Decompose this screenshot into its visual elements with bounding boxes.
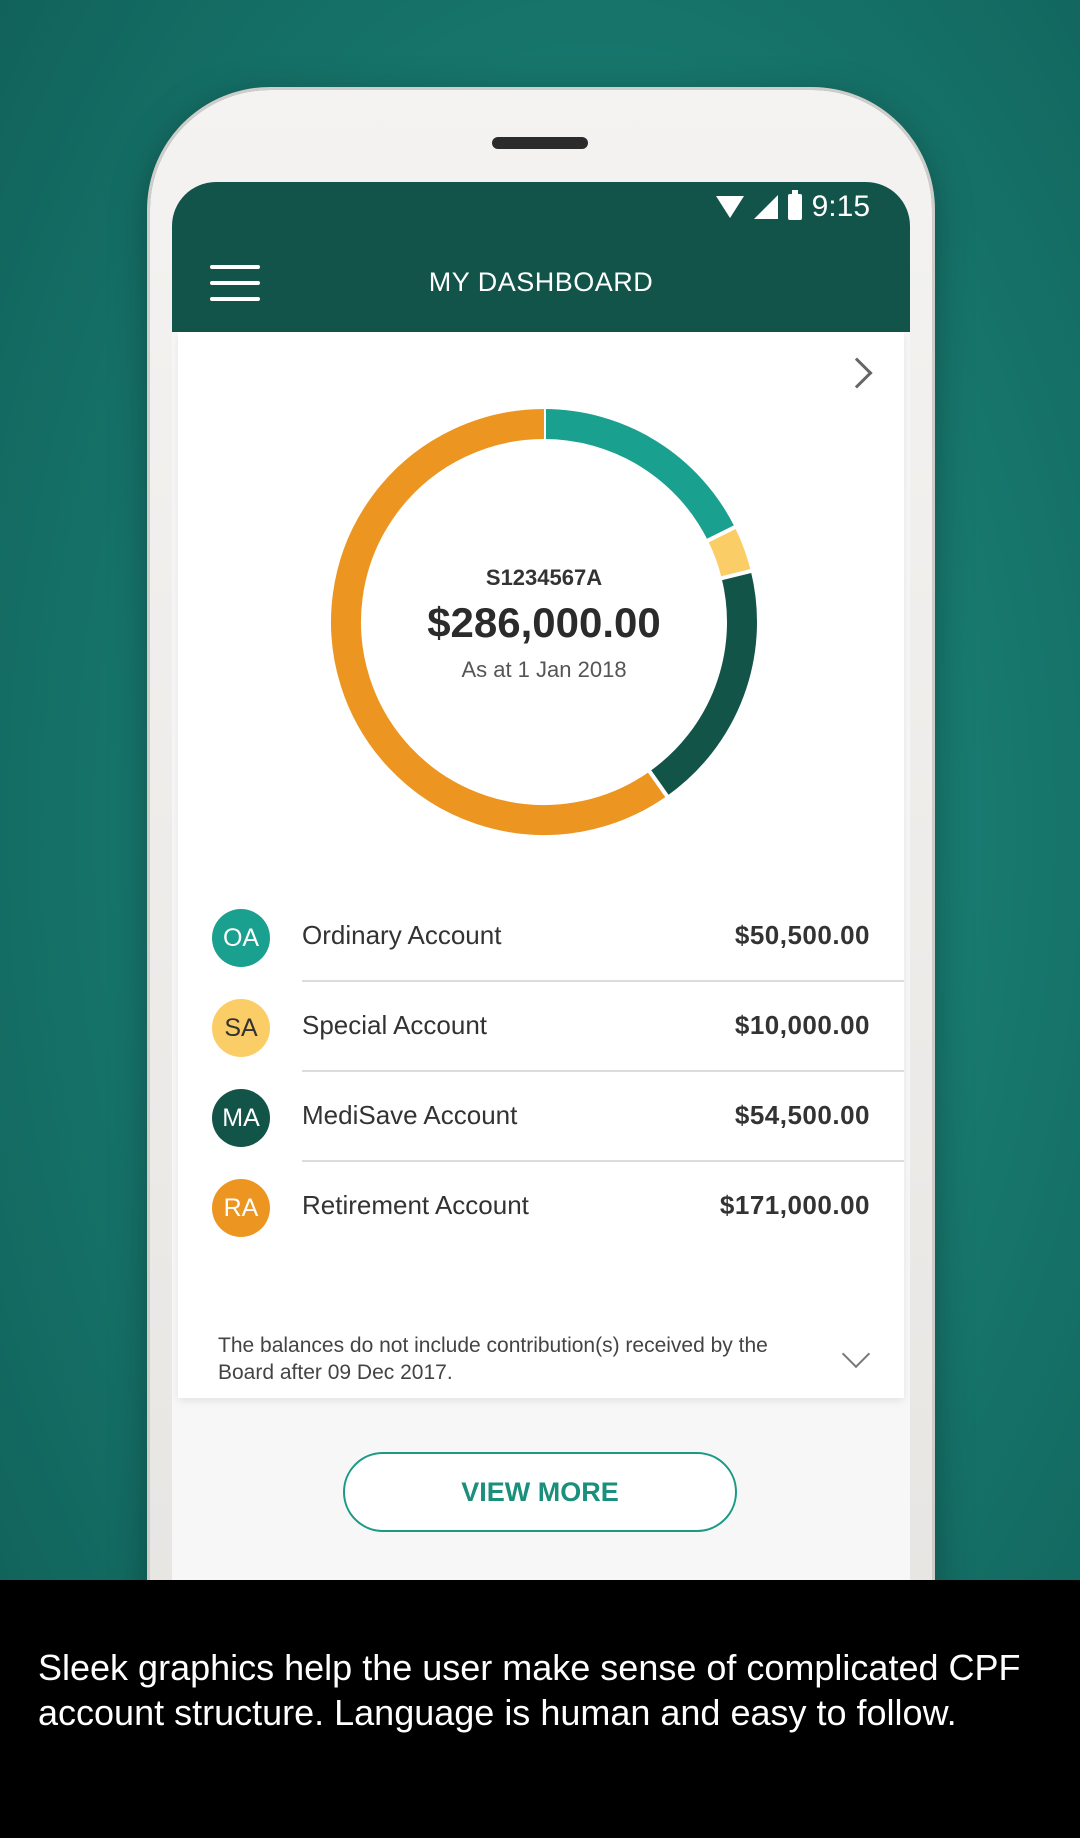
account-amount: $54,500.00 xyxy=(734,1100,870,1130)
account-amount: $10,000.00 xyxy=(734,1010,870,1040)
account-amount: $171,000.00 xyxy=(719,1190,870,1220)
account-row-ra[interactable]: RA Retirement Account $171,000.00 xyxy=(178,1162,904,1252)
account-name: Special Account xyxy=(302,1010,488,1040)
phone-frame: 9:15 MY DASHBOARD S1234567A $286,000.00 … xyxy=(150,90,932,1790)
app-screen: 9:15 MY DASHBOARD S1234567A $286,000.00 … xyxy=(172,182,910,1682)
chevron-right-icon[interactable] xyxy=(841,357,873,389)
account-badge-sa: SA xyxy=(212,999,270,1057)
total-balance: $286,000.00 xyxy=(427,599,661,646)
chevron-down-icon[interactable] xyxy=(841,1339,871,1369)
account-name: Retirement Account xyxy=(302,1190,529,1220)
account-row-oa[interactable]: OA Ordinary Account $50,500.00 xyxy=(178,892,904,982)
balance-card: S1234567A $286,000.00 As at 1 Jan 2018 O… xyxy=(178,332,904,1398)
wifi-icon xyxy=(715,196,744,218)
account-row-ma[interactable]: MA MediSave Account $54,500.00 xyxy=(178,1072,904,1162)
account-row-sa[interactable]: SA Special Account $10,000.00 xyxy=(178,982,904,1072)
hamburger-menu-icon[interactable] xyxy=(210,265,260,303)
as-at-date: As at 1 Jan 2018 xyxy=(461,657,627,682)
phone-speaker xyxy=(492,137,588,149)
status-time: 9:15 xyxy=(811,190,870,223)
caption-bar: Sleek graphics help the user make sense … xyxy=(0,1580,1080,1838)
account-name: Ordinary Account xyxy=(302,920,502,950)
battery-icon xyxy=(787,190,802,220)
caption-text: Sleek graphics help the user make sense … xyxy=(38,1647,1021,1733)
account-list: OA Ordinary Account $50,500.00 SA Specia… xyxy=(178,892,904,1252)
account-id: S1234567A xyxy=(485,565,603,590)
page-title: MY DASHBOARD xyxy=(428,266,654,297)
app-bar: MY DASHBOARD xyxy=(172,232,910,332)
account-badge-ra: RA xyxy=(212,1179,270,1237)
status-bar: 9:15 xyxy=(172,182,910,232)
signal-icon xyxy=(753,195,778,219)
account-badge-oa: OA xyxy=(212,909,270,967)
account-amount: $50,500.00 xyxy=(734,920,870,950)
view-more-button[interactable]: VIEW MORE xyxy=(343,1452,737,1532)
donut-center: S1234567A $286,000.00 As at 1 Jan 2018 xyxy=(324,402,764,842)
account-badge-ma: MA xyxy=(212,1089,270,1147)
account-name: MediSave Account xyxy=(302,1100,518,1130)
balance-disclaimer: The balances do not include contribution… xyxy=(218,1334,768,1384)
